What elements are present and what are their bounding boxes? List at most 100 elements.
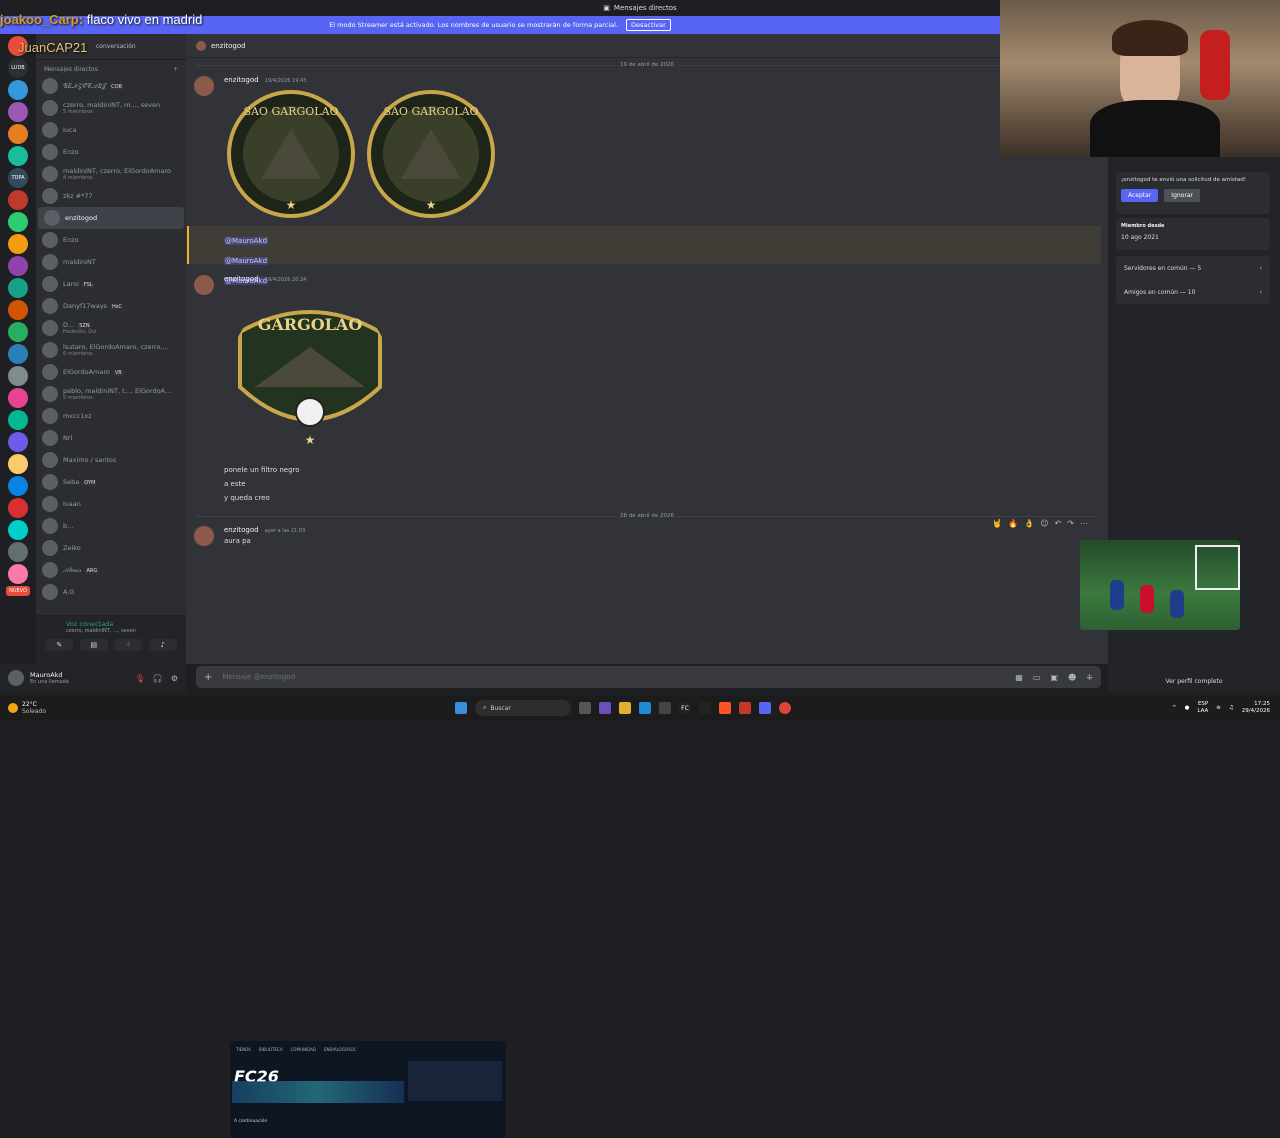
soundboard-icon[interactable]: ♪: [148, 639, 177, 651]
apps-icon[interactable]: ⁜: [1086, 673, 1093, 682]
forward-icon[interactable]: ↷: [1067, 519, 1074, 528]
dm-list-item[interactable]: Danyf17ways HsC: [36, 295, 186, 317]
server-icon[interactable]: [8, 476, 28, 496]
server-icon[interactable]: [8, 432, 28, 452]
calculator-icon[interactable]: [659, 702, 671, 714]
server-icon[interactable]: [8, 498, 28, 518]
deactivate-button[interactable]: Desactivar: [626, 19, 671, 31]
avatar[interactable]: [194, 275, 214, 295]
server-icon[interactable]: [8, 212, 28, 232]
dm-list-item[interactable]: czerro, maldiniNT, m..., seven 5 miembros: [36, 97, 186, 119]
volume-icon[interactable]: ♫: [1229, 705, 1234, 711]
gift-icon[interactable]: ▦: [1015, 673, 1023, 682]
emoji-icon[interactable]: ☻: [1068, 673, 1076, 682]
user-mention[interactable]: @MauroAkd: [224, 257, 269, 265]
weather-widget[interactable]: 22°C Soleado: [0, 701, 46, 715]
dm-list-item[interactable]: D... SZN Hadesito, Ovi: [36, 317, 186, 339]
message-input[interactable]: Mensaje @enzitogod: [222, 673, 295, 681]
view-full-profile-link[interactable]: Ver perfil completo: [1108, 678, 1280, 685]
message-composer[interactable]: + Mensaje @enzitogod ▦ ▭ ▣ ☻ ⁜: [196, 666, 1101, 688]
sticker-icon[interactable]: ▣: [1050, 673, 1058, 682]
gear-icon[interactable]: ⚙: [171, 674, 178, 683]
server-icon[interactable]: [8, 80, 28, 100]
friends-in-common[interactable]: Amigos en común — 10 ›: [1116, 280, 1270, 304]
dm-list-item[interactable]: Zeiko: [36, 537, 186, 559]
dm-list-item[interactable]: pablo, maldiniNT, t..., ElGordoA... 5 mie…: [36, 383, 186, 405]
discord-icon[interactable]: [759, 702, 771, 714]
activities-icon[interactable]: ⁘: [114, 639, 143, 651]
dm-list-item[interactable]: lsutaro, ElGordoAmaro, czerro,... 6 miemb…: [36, 339, 186, 361]
windows-start-icon[interactable]: [455, 702, 467, 714]
dm-list-item[interactable]: Nrl: [36, 427, 186, 449]
widgets-icon[interactable]: [599, 702, 611, 714]
gargolao-shield-image[interactable]: GARGOLAO ★: [230, 292, 390, 452]
server-icon[interactable]: [8, 124, 28, 144]
dm-list-item[interactable]: 𝒜𝓁𝑒𝓍𝒾𝓈 ARG: [36, 559, 186, 581]
app-icon[interactable]: [739, 702, 751, 714]
wifi-icon[interactable]: ≋: [1216, 705, 1221, 711]
mic-muted-icon[interactable]: 🎙: [135, 674, 145, 683]
author-name[interactable]: enzitogod: [224, 275, 259, 283]
server-icon[interactable]: [8, 234, 28, 254]
dm-list-item[interactable]: Enzo: [36, 141, 186, 163]
language-indicator[interactable]: ESP LAA: [1197, 701, 1208, 715]
dm-list-item[interactable]: Ivaan: [36, 493, 186, 515]
reaction-icon[interactable]: 🤘: [992, 519, 1002, 528]
edge-icon[interactable]: [639, 702, 651, 714]
accept-button[interactable]: Aceptar: [1121, 189, 1159, 202]
headphones-muted-icon[interactable]: 🎧: [153, 674, 163, 683]
dm-list-item[interactable]: Maximo / santos: [36, 449, 186, 471]
screen-share-icon[interactable]: ▤: [79, 639, 108, 651]
server-icon[interactable]: [8, 410, 28, 430]
dm-list-item[interactable]: luca: [36, 119, 186, 141]
dm-list-item[interactable]: b...: [36, 515, 186, 537]
author-name[interactable]: enzitogod: [224, 76, 259, 84]
reply-icon[interactable]: ↶: [1055, 519, 1062, 528]
server-icon[interactable]: [8, 256, 28, 276]
chrome-icon[interactable]: [779, 702, 791, 714]
server-icon[interactable]: [8, 520, 28, 540]
camera-off-icon[interactable]: ✎: [45, 639, 74, 651]
server-icon[interactable]: [8, 102, 28, 122]
file-explorer-icon[interactable]: [619, 702, 631, 714]
server-icon[interactable]: [8, 322, 28, 342]
dm-list-item[interactable]: Enzo: [36, 229, 186, 251]
server-icon[interactable]: [8, 454, 28, 474]
server-icon[interactable]: NUEVO: [6, 586, 30, 596]
server-icon[interactable]: [8, 300, 28, 320]
gif-icon[interactable]: ▭: [1033, 673, 1041, 682]
dm-list-item[interactable]: enzitogod: [38, 207, 184, 229]
dm-list-item[interactable]: Laroi FSL: [36, 273, 186, 295]
add-attachment-icon[interactable]: +: [204, 672, 212, 683]
dm-list-item[interactable]: A.G: [36, 581, 186, 603]
server-icon[interactable]: [8, 190, 28, 210]
gargolao-badge-image-2[interactable]: SAO GARGOLAO ★: [366, 89, 496, 219]
taskbar-search[interactable]: ⌕ Buscar: [475, 700, 571, 716]
ignore-button[interactable]: Ignorar: [1164, 189, 1200, 202]
dm-list-item[interactable]: mxcc1xz: [36, 405, 186, 427]
server-icon[interactable]: [8, 146, 28, 166]
avatar[interactable]: [194, 76, 214, 96]
servers-in-common[interactable]: Servidores en común — 5 ›: [1116, 256, 1270, 280]
fc26-screenshot-image[interactable]: TIENDA BIBLIOTECA COMUNIDAD ENDIALOGOSOC FC…: [230, 1041, 506, 1138]
fc-app-icon[interactable]: FC: [679, 702, 691, 714]
server-icon[interactable]: [8, 278, 28, 298]
dm-list-item[interactable]: maldiniNT, czerro, ElGordoAmaro 4 miembro…: [36, 163, 186, 185]
user-mention[interactable]: @MauroAkd: [224, 237, 269, 245]
reaction-icon[interactable]: 🔥: [1008, 519, 1018, 528]
avatar[interactable]: [194, 526, 214, 546]
server-icon[interactable]: [8, 366, 28, 386]
add-reaction-icon[interactable]: ☺: [1040, 519, 1048, 528]
reaction-icon[interactable]: 👌: [1024, 519, 1034, 528]
dm-list-item[interactable]: 𝒢𝐸𝒩𝒵𝒪𝒞𝒜𝐵𝒥 COB: [36, 75, 186, 97]
server-icon[interactable]: [8, 564, 28, 584]
author-name[interactable]: enzitogod: [224, 526, 259, 534]
server-icon[interactable]: TDPA: [8, 168, 28, 188]
clock[interactable]: 17:25 29/4/2026: [1242, 701, 1270, 715]
task-view-icon[interactable]: [579, 702, 591, 714]
server-icon[interactable]: [8, 344, 28, 364]
dm-list-item[interactable]: Seba OYM: [36, 471, 186, 493]
dm-list-item[interactable]: zkz #*77: [36, 185, 186, 207]
dm-list-item[interactable]: ElGordoAmaro VB: [36, 361, 186, 383]
server-icon[interactable]: [8, 542, 28, 562]
